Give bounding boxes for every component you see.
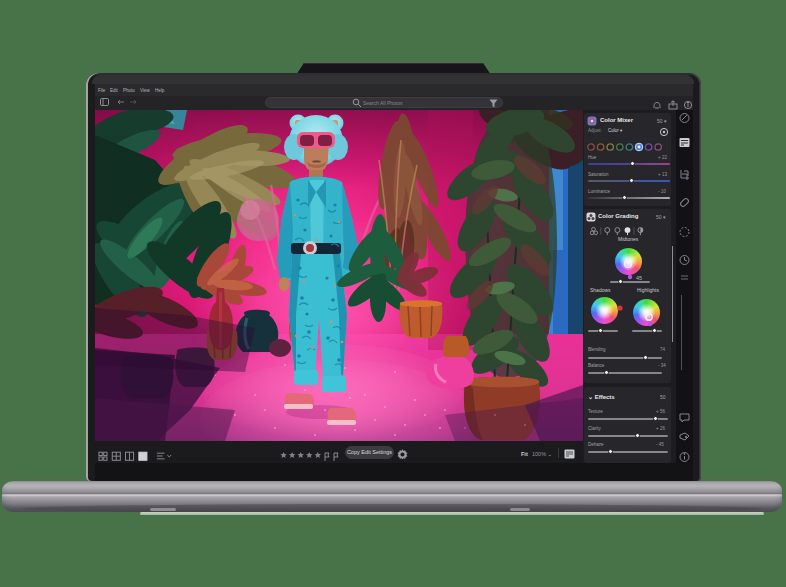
svg-text:45: 45 bbox=[636, 275, 642, 281]
